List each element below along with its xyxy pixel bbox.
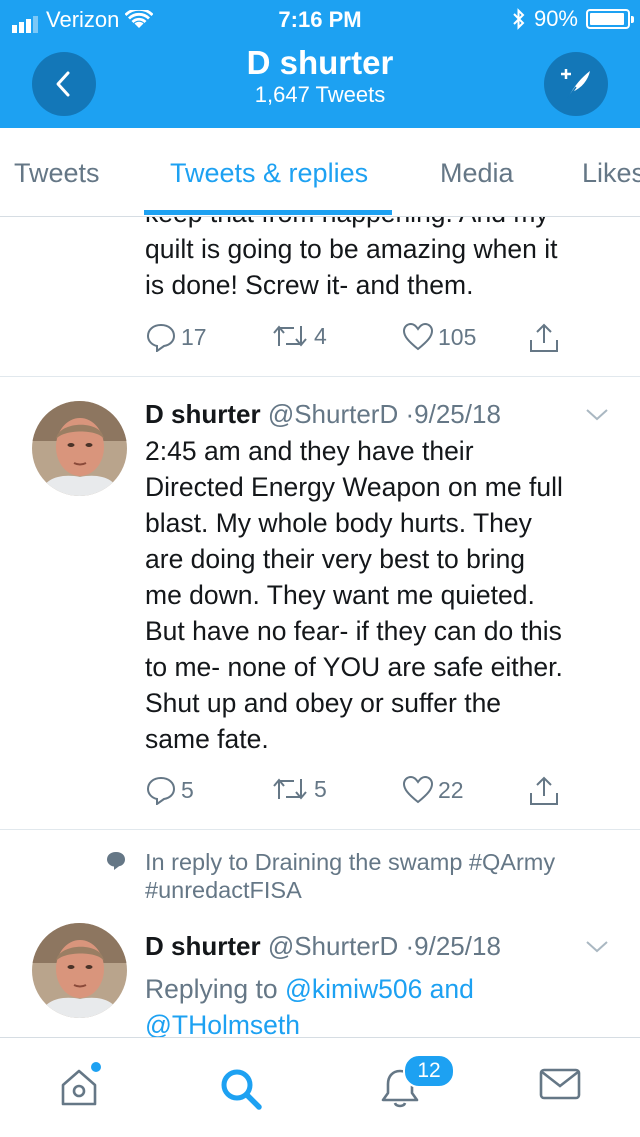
search-tab[interactable]: [218, 1066, 264, 1117]
share-icon: [530, 776, 558, 805]
avatar-photo: [32, 923, 127, 1018]
tweet-item[interactable]: In reply to Draining the swamp #QArmy #u…: [0, 830, 640, 1037]
tab-tweets-replies[interactable]: Tweets & replies: [170, 158, 368, 189]
profile-tabs: Tweets Tweets & replies Media Likes: [0, 128, 640, 217]
tweet-actions: 17 4 105: [145, 322, 565, 358]
battery-percent: 90%: [533, 6, 578, 31]
reply-count: 5: [181, 776, 194, 803]
tweet-item[interactable]: keep that from happening. And my quilt i…: [0, 217, 640, 377]
tweet-date[interactable]: 9/25/18: [414, 931, 501, 961]
chevron-down-icon[interactable]: [584, 407, 610, 423]
like-button[interactable]: 22: [402, 775, 464, 805]
retweet-icon: [273, 778, 307, 800]
tweet-date[interactable]: 9/25/18: [414, 399, 501, 429]
bottom-tab-bar: 12: [0, 1037, 640, 1137]
avatar[interactable]: [32, 401, 127, 496]
retweet-icon: [273, 325, 307, 347]
chevron-down-icon[interactable]: [584, 939, 610, 955]
share-button[interactable]: [527, 775, 561, 807]
reply-count: 17: [181, 323, 207, 350]
dot-separator: ·: [405, 931, 415, 961]
retweet-count: 4: [314, 322, 327, 349]
retweet-count: 5: [314, 775, 327, 802]
notification-badge: 12: [403, 1054, 455, 1088]
reply-context-icon: [107, 852, 125, 870]
reply-icon: [146, 323, 176, 352]
new-content-dot: [91, 1062, 101, 1072]
tab-likes[interactable]: Likes: [582, 158, 640, 189]
tab-tweets[interactable]: Tweets: [14, 158, 100, 189]
search-icon: [221, 1069, 262, 1110]
home-tab[interactable]: [58, 1066, 100, 1113]
tweet-actions: 5 5 22: [145, 775, 565, 811]
bluetooth-icon: [513, 8, 525, 30]
active-tab-indicator: [144, 210, 392, 215]
heart-icon: [402, 775, 434, 804]
mention-link[interactable]: @THolmseth: [145, 1010, 300, 1037]
author-name[interactable]: D shurter: [145, 399, 261, 429]
timeline[interactable]: keep that from happening. And my quilt i…: [0, 217, 640, 1037]
retweet-button[interactable]: 5: [270, 775, 327, 803]
reply-button[interactable]: 17: [145, 322, 207, 352]
tweet-item[interactable]: D shurter @ShurterD ·9/25/18 2:45 am and…: [0, 377, 640, 829]
profile-header: Verizon 7:16 PM 90% D shurter 1,647 Twee…: [0, 0, 640, 128]
tweet-header: D shurter @ShurterD ·9/25/18: [145, 931, 501, 962]
author-handle[interactable]: @ShurterD: [268, 931, 398, 961]
status-bar: Verizon 7:16 PM 90%: [0, 0, 640, 40]
tweet-text: keep that from happening. And my quilt i…: [145, 217, 558, 300]
avatar[interactable]: [32, 923, 127, 1018]
share-button[interactable]: [527, 322, 561, 354]
reply-button[interactable]: 5: [145, 775, 194, 805]
tweet-header: D shurter @ShurterD ·9/25/18: [145, 399, 501, 430]
author-handle[interactable]: @ShurterD: [268, 399, 398, 429]
home-icon: [61, 1069, 97, 1106]
avatar-photo: [32, 401, 127, 496]
battery-status: 90%: [512, 6, 634, 32]
mention-link[interactable]: @kimiw506: [285, 974, 422, 1004]
messages-tab[interactable]: [538, 1066, 582, 1107]
replying-to: Replying to @kimiw506 and @THolmseth: [145, 971, 615, 1037]
battery-icon: [586, 9, 634, 29]
compose-tweet-button[interactable]: [544, 52, 608, 116]
reply-icon: [146, 776, 176, 805]
like-count: 22: [438, 776, 464, 803]
like-button[interactable]: 105: [402, 322, 476, 352]
dot-separator: ·: [405, 399, 415, 429]
compose-feather-icon: [561, 69, 590, 99]
tweet-text: 2:45 am and they have their Directed Ene…: [145, 436, 563, 754]
share-icon: [530, 323, 558, 352]
tab-media[interactable]: Media: [440, 158, 514, 189]
retweet-button[interactable]: 4: [270, 322, 327, 350]
author-name[interactable]: D shurter: [145, 931, 261, 961]
like-count: 105: [438, 323, 477, 350]
reply-context[interactable]: In reply to Draining the swamp #QArmy #u…: [145, 848, 555, 904]
heart-icon: [402, 322, 434, 351]
mail-icon: [539, 1068, 581, 1100]
